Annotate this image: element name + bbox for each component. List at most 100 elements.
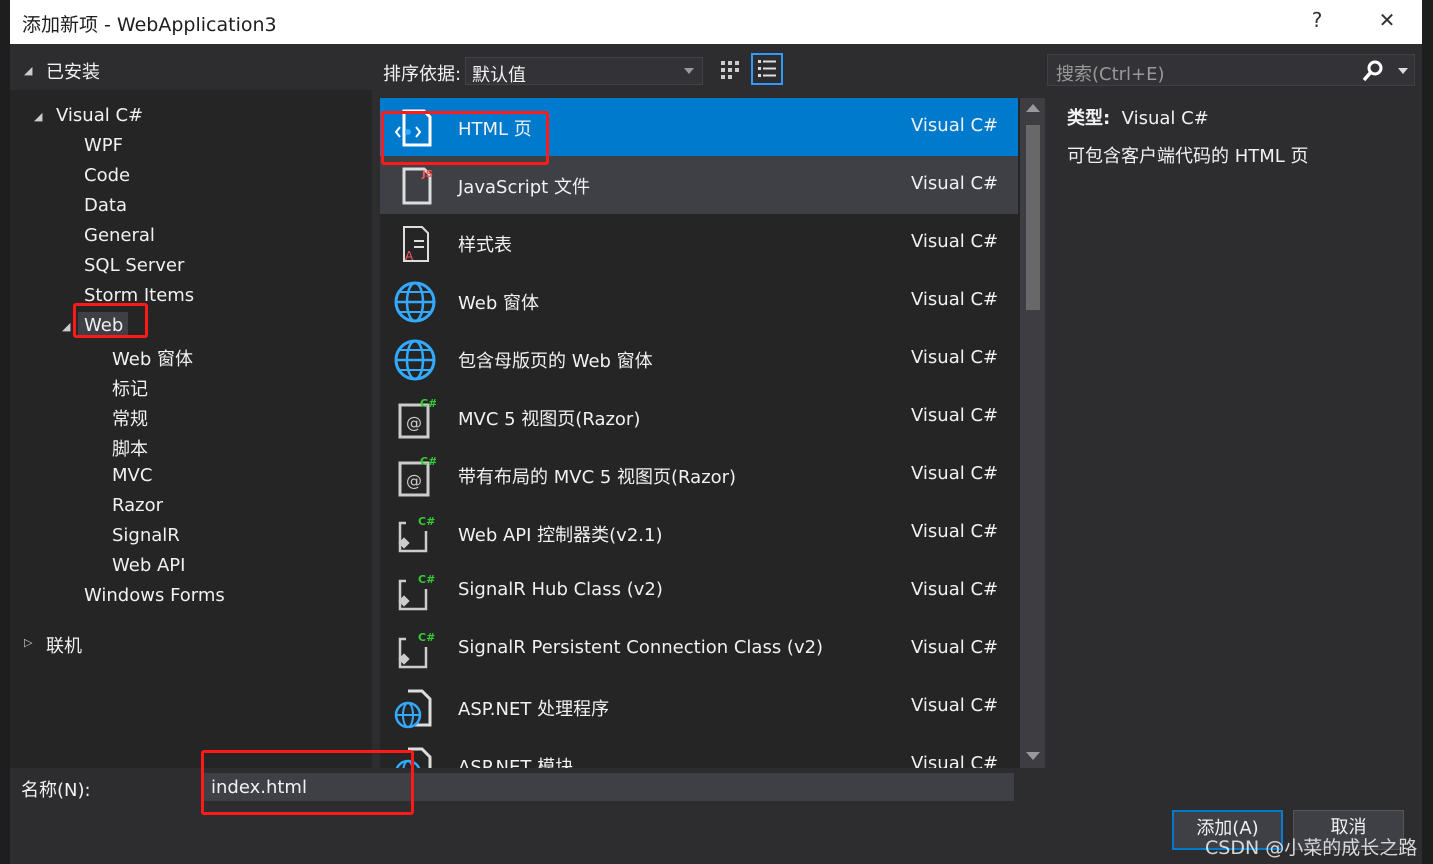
template-list: HTML 页 Visual C# JS JavaScript 文件 Visual C# A… xyxy=(380,98,1020,768)
svg-text:C#: C# xyxy=(418,573,435,586)
expanded-icon[interactable]: ◢ xyxy=(62,320,70,333)
expanded-icon[interactable]: ◢ xyxy=(34,110,42,123)
svg-text:JS: JS xyxy=(421,169,433,180)
svg-text:C#: C# xyxy=(420,455,436,468)
category-tree xyxy=(10,90,372,768)
window-title: 添加新项 - WebApplication3 xyxy=(22,14,277,36)
highlight-box xyxy=(201,750,414,815)
scroll-down-icon[interactable] xyxy=(1026,752,1040,760)
sort-dropdown[interactable]: 默认值 xyxy=(465,57,703,86)
template-item[interactable]: C# SignalR Hub Class (v2) Visual C# xyxy=(380,562,1018,620)
tree-web-item[interactable]: Web API xyxy=(112,555,185,576)
search-icon[interactable] xyxy=(1362,60,1384,82)
template-name: SignalR Persistent Connection Class (v2) xyxy=(458,637,824,658)
tree-web-item[interactable]: Web 窗体 xyxy=(112,345,193,371)
template-language: Visual C# xyxy=(911,753,999,768)
tree-installed[interactable]: 已安装 xyxy=(46,58,100,84)
csharp-class-icon: C# xyxy=(398,631,435,669)
svg-text:C#: C# xyxy=(418,515,435,528)
search-input[interactable]: 搜索(Ctrl+E) xyxy=(1047,54,1415,86)
type-label: 类型: xyxy=(1067,108,1111,129)
template-item[interactable]: C# Web API 控制器类(v2.1) Visual C# xyxy=(380,504,1018,562)
description: 可包含客户端代码的 HTML 页 xyxy=(1067,146,1309,167)
template-name: Web 窗体 xyxy=(458,293,539,314)
title-bar: 添加新项 - WebApplication3 ? ✕ xyxy=(10,0,1422,44)
template-item[interactable]: Web 窗体 Visual C# xyxy=(380,272,1018,330)
collapsed-icon[interactable]: ▷ xyxy=(24,636,32,649)
name-label: 名称(N): xyxy=(21,780,91,801)
template-language: Visual C# xyxy=(911,463,999,484)
csharp-class-icon: C# xyxy=(398,573,435,611)
template-language: Visual C# xyxy=(911,289,999,310)
tree-web-item[interactable]: 常规 xyxy=(112,405,148,431)
template-item[interactable]: 包含母版页的 Web 窗体 Visual C# xyxy=(380,330,1018,388)
template-language: Visual C# xyxy=(911,173,999,194)
template-item[interactable]: ASP.NET 模块 Visual C# xyxy=(380,736,1018,768)
template-language: Visual C# xyxy=(911,405,999,426)
template-item[interactable]: @ C# MVC 5 视图页(Razor) Visual C# xyxy=(380,388,1018,446)
sort-value: 默认值 xyxy=(472,65,526,86)
svg-text:C#: C# xyxy=(420,397,436,410)
scrollbar-thumb[interactable] xyxy=(1026,125,1040,310)
expanded-icon[interactable]: ◢ xyxy=(24,64,32,77)
info-panel: 类型: Visual C# 可包含客户端代码的 HTML 页 xyxy=(1067,104,1309,168)
template-name: SignalR Hub Class (v2) xyxy=(458,579,663,600)
tree-visual-csharp[interactable]: Visual C# xyxy=(56,105,143,126)
template-name: ASP.NET 模块 xyxy=(458,757,574,768)
template-language: Visual C# xyxy=(911,695,999,716)
template-name: JavaScript 文件 xyxy=(458,177,590,198)
template-name: Web API 控制器类(v2.1) xyxy=(458,525,663,546)
svg-text:@: @ xyxy=(406,471,422,490)
template-language: Visual C# xyxy=(911,347,999,368)
template-name: 样式表 xyxy=(458,235,512,256)
template-name: 包含母版页的 Web 窗体 xyxy=(458,351,653,372)
template-item[interactable]: ASP.NET 处理程序 Visual C# xyxy=(380,678,1018,736)
tree-web-item[interactable]: Razor xyxy=(112,495,163,516)
template-language: Visual C# xyxy=(911,231,999,252)
sort-label: 排序依据: xyxy=(383,64,462,85)
template-language: Visual C# xyxy=(911,115,999,136)
stylesheet-icon: A xyxy=(403,226,429,263)
tree-item[interactable]: Data xyxy=(84,195,127,216)
globe-icon xyxy=(394,339,436,381)
template-item[interactable]: A 样式表 Visual C# xyxy=(380,214,1018,272)
chevron-down-icon[interactable] xyxy=(1398,68,1408,74)
list-view-button[interactable] xyxy=(751,53,783,85)
template-name: 带有布局的 MVC 5 视图页(Razor) xyxy=(458,467,737,488)
svg-text:C#: C# xyxy=(418,631,435,644)
svg-text:A: A xyxy=(405,249,414,263)
type-value: Visual C# xyxy=(1121,108,1209,129)
tree-item[interactable]: Code xyxy=(84,165,130,186)
template-name: ASP.NET 处理程序 xyxy=(458,699,610,720)
csharp-class-icon: C# xyxy=(398,515,435,553)
chevron-down-icon xyxy=(684,68,694,74)
tree-item[interactable]: General xyxy=(84,225,155,246)
tree-web-item[interactable]: MVC xyxy=(112,465,152,486)
tree-item[interactable]: SQL Server xyxy=(84,255,184,276)
template-item[interactable]: C# SignalR Persistent Connection Class (v… xyxy=(380,620,1018,678)
tree-web-item[interactable]: 标记 xyxy=(112,375,148,401)
template-item[interactable]: @ C# 带有布局的 MVC 5 视图页(Razor) Visual C# xyxy=(380,446,1018,504)
tree-online[interactable]: 联机 xyxy=(46,632,82,658)
aspnet-globe-icon xyxy=(394,689,432,729)
template-language: Visual C# xyxy=(911,579,999,600)
highlight-box xyxy=(381,111,549,165)
template-language: Visual C# xyxy=(911,521,999,542)
help-button[interactable]: ? xyxy=(1302,8,1332,32)
svg-text:@: @ xyxy=(406,413,422,432)
template-name: MVC 5 视图页(Razor) xyxy=(458,409,641,430)
watermark: CSDN @小菜的成长之路 xyxy=(1205,837,1418,859)
highlight-box xyxy=(73,303,148,338)
tree-item[interactable]: WPF xyxy=(84,135,123,156)
close-button[interactable]: ✕ xyxy=(1372,8,1402,32)
grid-view-button[interactable] xyxy=(716,56,746,86)
globe-icon xyxy=(394,281,436,323)
razor-view-icon: @ C# xyxy=(398,455,436,497)
tree-windows-forms[interactable]: Windows Forms xyxy=(84,585,225,606)
razor-view-icon: @ C# xyxy=(398,397,436,439)
template-language: Visual C# xyxy=(911,637,999,658)
scroll-up-icon[interactable] xyxy=(1026,104,1040,112)
tree-web-item[interactable]: SignalR xyxy=(112,525,180,546)
tree-web-item[interactable]: 脚本 xyxy=(112,435,148,461)
javascript-file-icon: JS xyxy=(402,167,433,205)
